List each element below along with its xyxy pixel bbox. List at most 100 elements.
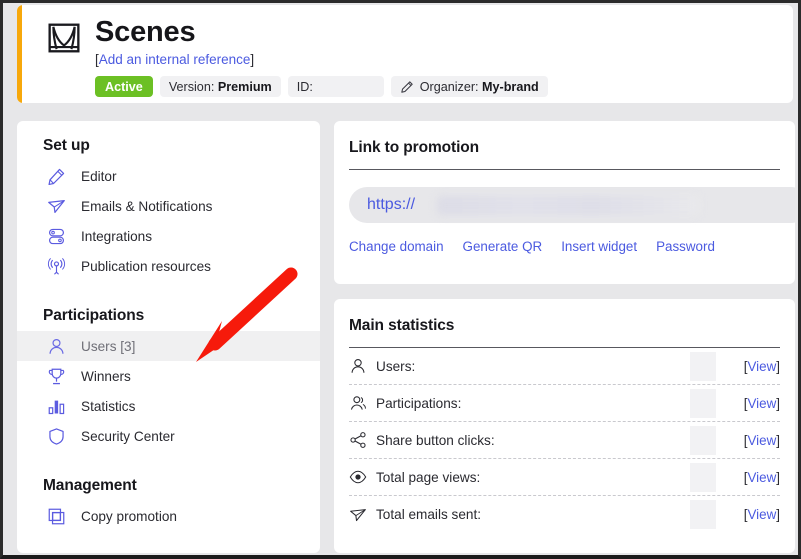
app-window: Scenes [Add an internal reference] Activ…: [0, 0, 801, 559]
sidebar-item-label: Security Center: [81, 428, 175, 444]
bar-chart-icon: [48, 400, 65, 414]
paper-plane-icon: [48, 199, 65, 213]
internal-reference-row: [Add an internal reference]: [95, 51, 548, 68]
sidebar-item-label: Integrations: [81, 228, 153, 244]
version-badge: Version: Premium: [159, 76, 281, 97]
sidebar-item-editor[interactable]: Editor: [17, 161, 320, 191]
card-divider: [349, 169, 780, 170]
page-body: Scenes [Add an internal reference] Activ…: [3, 3, 798, 555]
stat-view-link[interactable]: [View]: [726, 359, 780, 374]
main-statistics-card: Main statistics Users: [View] Participat…: [334, 299, 795, 553]
users-group-icon: [350, 396, 366, 410]
organizer-badge[interactable]: Organizer: My-brand: [390, 76, 548, 97]
page-title: Scenes: [95, 16, 196, 48]
add-internal-reference-link[interactable]: Add an internal reference: [99, 52, 251, 67]
bracket-close: ]: [776, 432, 780, 448]
organizer-label: Organizer:: [419, 79, 479, 94]
view-label: View: [747, 395, 777, 411]
stat-label: Users:: [376, 358, 416, 374]
stat-row: Share button clicks: [View]: [349, 422, 780, 459]
sidebar-item-statistics[interactable]: Statistics: [17, 391, 320, 421]
link-to-promotion-card: Link to promotion https:// Change domain…: [334, 121, 795, 284]
sidebar-item-users[interactable]: Users [3]: [17, 331, 320, 361]
stat-view-link[interactable]: [View]: [726, 396, 780, 411]
view-label: View: [747, 469, 777, 485]
sidebar-item-label: Winners: [81, 368, 131, 384]
bracket-close: ]: [776, 358, 780, 374]
version-value: Premium: [217, 79, 272, 94]
header-accent-bar: [17, 5, 22, 103]
stat-value-redacted: [690, 426, 716, 455]
sidebar-item-label: Editor: [81, 168, 117, 184]
badge-row: Active Version: Premium ID: Organizer: M…: [95, 76, 548, 97]
stat-label: Participations:: [376, 395, 462, 411]
user-icon: [351, 359, 365, 373]
pencil-icon: [400, 80, 414, 94]
sidebar-item-winners[interactable]: Winners: [17, 361, 320, 391]
stage-curtain-icon: [48, 23, 80, 53]
stat-view-link[interactable]: [View]: [726, 507, 780, 522]
sidebar-item-integrations[interactable]: Integrations: [17, 221, 320, 251]
stat-row: Users: [View]: [349, 348, 780, 385]
paper-plane-icon: [350, 508, 366, 521]
link-card-title: Link to promotion: [349, 139, 480, 156]
eye-icon: [349, 470, 367, 484]
title-block: Scenes [Add an internal reference] Activ…: [95, 15, 548, 97]
generate-qr-link[interactable]: Generate QR: [463, 239, 543, 254]
id-label: ID:: [296, 79, 313, 94]
promotion-header-card: Scenes [Add an internal reference] Activ…: [17, 5, 793, 103]
sidebar-item-label: Publication resources: [81, 258, 211, 274]
password-link[interactable]: Password: [656, 239, 715, 254]
insert-widget-link[interactable]: Insert widget: [561, 239, 637, 254]
bracket-close: ]: [250, 52, 255, 67]
stat-row: Participations: [View]: [349, 385, 780, 422]
version-label: Version:: [168, 79, 215, 94]
title-row: Scenes [Add an internal reference] Activ…: [47, 15, 783, 97]
stat-value-redacted: [690, 352, 716, 381]
stats-card-title: Main statistics: [349, 317, 455, 334]
sidebar-section-title-management: Management: [43, 477, 137, 494]
stat-view-link[interactable]: [View]: [726, 470, 780, 485]
server-icon: [48, 228, 65, 244]
link-actions-row: Change domain Generate QR Insert widget …: [334, 223, 795, 254]
bracket-close: ]: [776, 469, 780, 485]
promotion-url-field[interactable]: https://: [349, 187, 795, 223]
sidebar-section-title-participations: Participations: [43, 307, 145, 324]
sidebar-item-emails-notifications[interactable]: Emails & Notifications: [17, 191, 320, 221]
stat-view-link[interactable]: [View]: [726, 433, 780, 448]
pencil-icon: [48, 168, 65, 185]
share-icon: [350, 432, 366, 448]
left-nav-card: Set up Editor Emails & Notifications Int…: [17, 121, 320, 553]
stat-label: Total emails sent:: [376, 507, 482, 522]
sidebar-item-publication-resources[interactable]: Publication resources: [17, 251, 320, 281]
sidebar-item-label: Copy promotion: [81, 508, 177, 524]
change-domain-link[interactable]: Change domain: [349, 239, 444, 254]
id-badge: ID:: [287, 76, 384, 97]
stat-value-redacted: [690, 389, 716, 418]
view-label: View: [747, 507, 777, 522]
status-badge: Active: [95, 76, 153, 97]
header-content: Scenes [Add an internal reference] Activ…: [47, 15, 783, 97]
sidebar-item-security-center[interactable]: Security Center: [17, 421, 320, 451]
stat-label: Share button clicks:: [376, 432, 495, 448]
shield-icon: [49, 427, 64, 445]
trophy-icon: [48, 368, 65, 384]
sidebar-item-copy-promotion[interactable]: Copy promotion: [17, 501, 320, 531]
sidebar-item-label: Emails & Notifications: [81, 198, 213, 214]
bracket-close: ]: [776, 395, 780, 411]
view-label: View: [747, 432, 777, 448]
stat-row: Total emails sent: [View]: [349, 496, 780, 533]
organizer-value: My-brand: [482, 79, 539, 94]
broadcast-icon: [47, 257, 66, 275]
bracket-close: ]: [776, 507, 780, 522]
sidebar-section-title-setup: Set up: [43, 137, 90, 154]
stat-value-redacted: [690, 463, 716, 492]
url-redacted-value: [437, 196, 699, 215]
stat-row: Total page views: [View]: [349, 459, 780, 496]
url-scheme-text: https://: [367, 196, 416, 213]
copy-icon: [48, 508, 65, 524]
sidebar-item-label: Statistics: [81, 398, 136, 414]
sidebar-item-label: Users [3]: [81, 338, 136, 354]
